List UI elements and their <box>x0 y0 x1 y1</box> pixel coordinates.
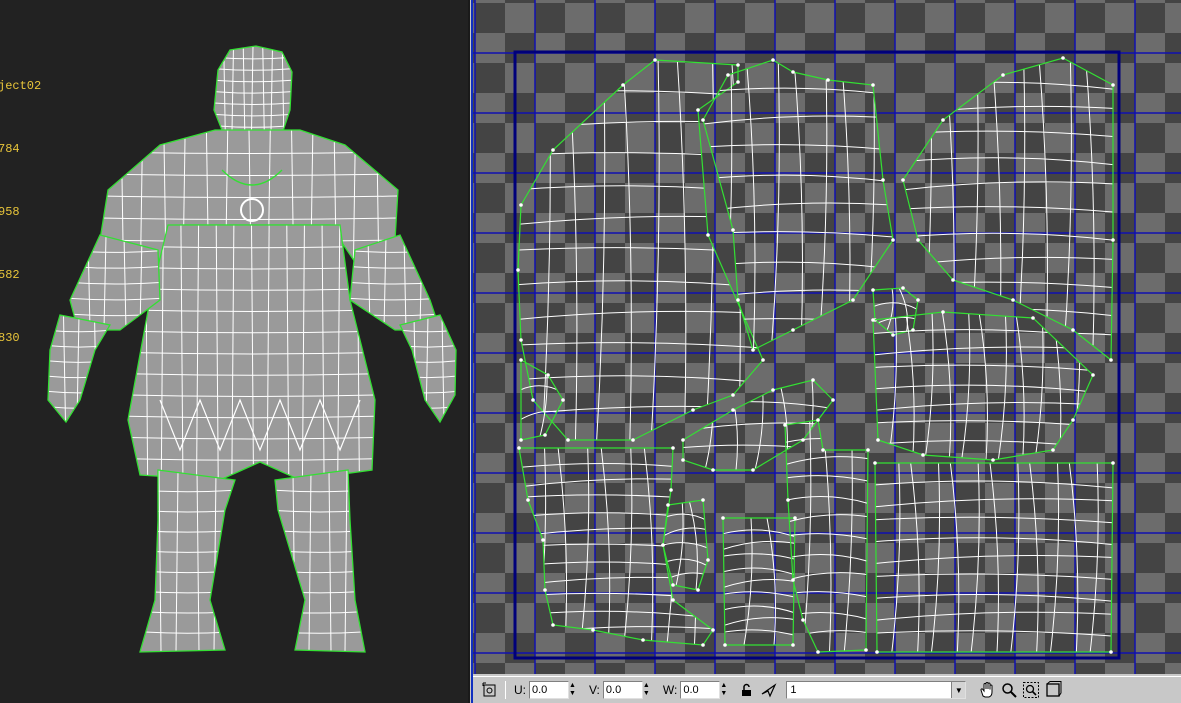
map-channel-dropdown[interactable]: 1 ▼ <box>786 681 967 699</box>
freeform-mode-icon[interactable] <box>479 679 501 701</box>
stat-value: 958 <box>0 205 20 219</box>
uv-edit-canvas[interactable] <box>473 0 1181 674</box>
right-leg-boot-mesh <box>274 469 366 653</box>
w-label: W: <box>662 683 678 697</box>
stat-value: 830 <box>0 331 20 345</box>
perspective-viewport[interactable]: ject02 784 958 582 830 <box>0 0 468 703</box>
lock-icon[interactable] <box>736 679 758 701</box>
stat-object-name: ject02 <box>0 79 42 93</box>
viewport-statistics: ject02 784 958 582 830 <box>0 34 43 391</box>
u-spinner[interactable]: ▲ ▼ <box>569 681 579 699</box>
w-coordinate-field[interactable] <box>680 681 721 699</box>
v-coordinate-field[interactable] <box>602 681 643 699</box>
right-upper-arm-mesh <box>349 234 441 331</box>
map-channel-value: 1 <box>790 684 797 696</box>
uv-editor-window: U: ▲▼ V: ▲▼ W: ▲▼ 1 ▼ <box>473 0 1181 703</box>
left-leg-boot-mesh <box>139 469 236 653</box>
uv-layout <box>473 0 1181 674</box>
left-forearm-hand-mesh <box>47 314 112 424</box>
paint-select-icon[interactable] <box>758 679 780 701</box>
u-coordinate-field[interactable] <box>529 681 569 699</box>
pan-hand-icon[interactable] <box>976 679 998 701</box>
v-label: V: <box>589 683 600 697</box>
v-spinner[interactable]: ▲ ▼ <box>643 681 653 699</box>
character-wireframe-model <box>47 45 457 653</box>
robe-mesh <box>127 224 376 481</box>
app-window: ject02 784 958 582 830 U: 0.0 ▲ ▼ V: 0.0… <box>0 0 1181 703</box>
w-spinner[interactable]: ▲ ▼ <box>720 681 730 699</box>
stat-value: 784 <box>0 142 20 156</box>
zoom-icon[interactable] <box>998 679 1020 701</box>
chevron-down-icon[interactable]: ▼ <box>951 682 966 698</box>
right-forearm-hand-mesh <box>399 314 457 424</box>
u-label: U: <box>514 683 526 697</box>
uv-editor-toolbar: U: ▲▼ V: ▲▼ W: ▲▼ 1 ▼ <box>473 676 1181 703</box>
zoom-region-icon[interactable] <box>1020 679 1042 701</box>
stat-value: 582 <box>0 268 20 282</box>
zoom-extents-icon[interactable] <box>1042 679 1064 701</box>
